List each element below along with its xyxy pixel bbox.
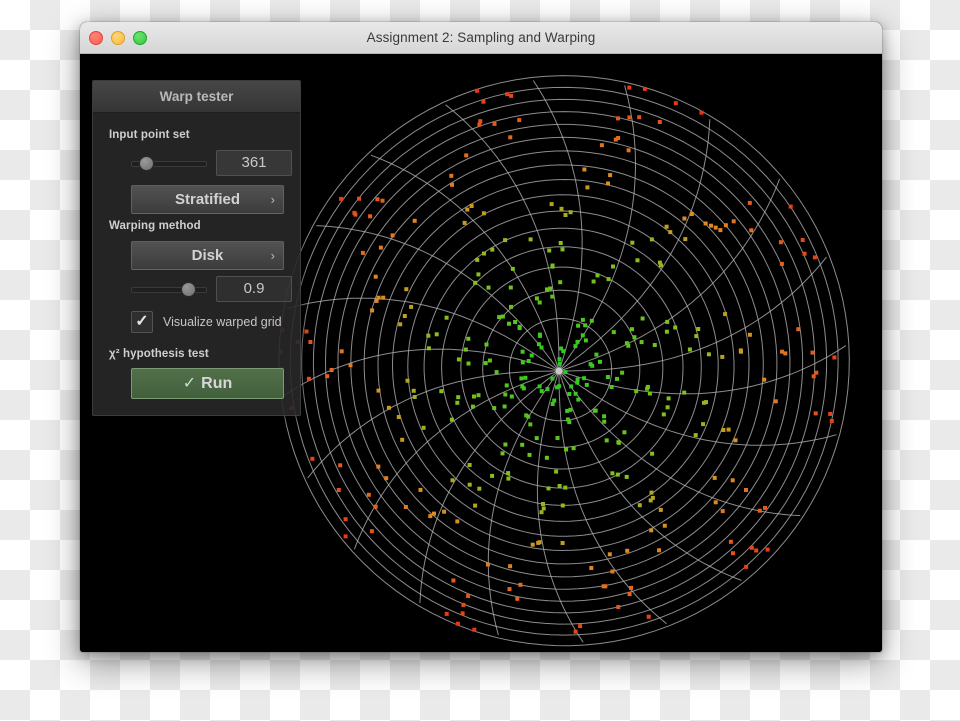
chevron-right-icon: › xyxy=(270,248,275,263)
warping-method-dropdown[interactable]: Disk › xyxy=(131,241,284,270)
window-titlebar[interactable]: Assignment 2: Sampling and Warping xyxy=(80,22,882,54)
run-button-label: Run xyxy=(201,375,233,392)
warping-method-label: Warping method xyxy=(109,220,201,232)
window-title: Assignment 2: Sampling and Warping xyxy=(366,30,596,45)
warp-tester-panel: Warp tester Input point set 361 Stratifi… xyxy=(92,80,301,416)
input-point-set-label: Input point set xyxy=(109,129,190,141)
point-count-row: 361 xyxy=(109,150,292,176)
point-count-value[interactable]: 361 xyxy=(216,150,292,176)
slider-knob[interactable] xyxy=(138,156,154,171)
sampler-dropdown-label: Stratified xyxy=(174,191,240,208)
visualize-warped-grid-checkbox[interactable]: ✓ xyxy=(131,311,153,333)
warp-parameter-slider[interactable] xyxy=(131,281,207,297)
checkmark-icon: ✓ xyxy=(135,313,149,330)
warping-method-dropdown-label: Disk xyxy=(191,247,224,264)
visualize-warped-grid-label: Visualize warped grid xyxy=(163,315,282,329)
warp-parameter-row: 0.9 xyxy=(109,276,292,302)
chi-hypothesis-test-label: χ² hypothesis test xyxy=(109,348,209,360)
chevron-right-icon: › xyxy=(270,192,275,207)
checkmark-icon: ✓ xyxy=(182,375,197,392)
application-window: Assignment 2: Sampling and Warping Warp … xyxy=(80,22,882,652)
visualize-warped-grid-row[interactable]: ✓ Visualize warped grid xyxy=(131,311,284,333)
panel-body: Input point set 361 Stratified › Warping… xyxy=(93,113,300,415)
render-canvas[interactable]: Warp tester Input point set 361 Stratifi… xyxy=(80,54,882,652)
close-button-icon[interactable] xyxy=(89,30,103,45)
run-button[interactable]: ✓ Run xyxy=(131,368,284,399)
slider-knob[interactable] xyxy=(181,282,197,297)
traffic-light-group xyxy=(89,22,147,53)
sampler-dropdown[interactable]: Stratified › xyxy=(131,185,284,214)
panel-title: Warp tester xyxy=(93,81,300,113)
point-count-slider[interactable] xyxy=(131,155,207,171)
zoom-button-icon[interactable] xyxy=(133,30,147,45)
minimize-button-icon[interactable] xyxy=(111,30,125,45)
warp-parameter-value[interactable]: 0.9 xyxy=(216,276,292,302)
